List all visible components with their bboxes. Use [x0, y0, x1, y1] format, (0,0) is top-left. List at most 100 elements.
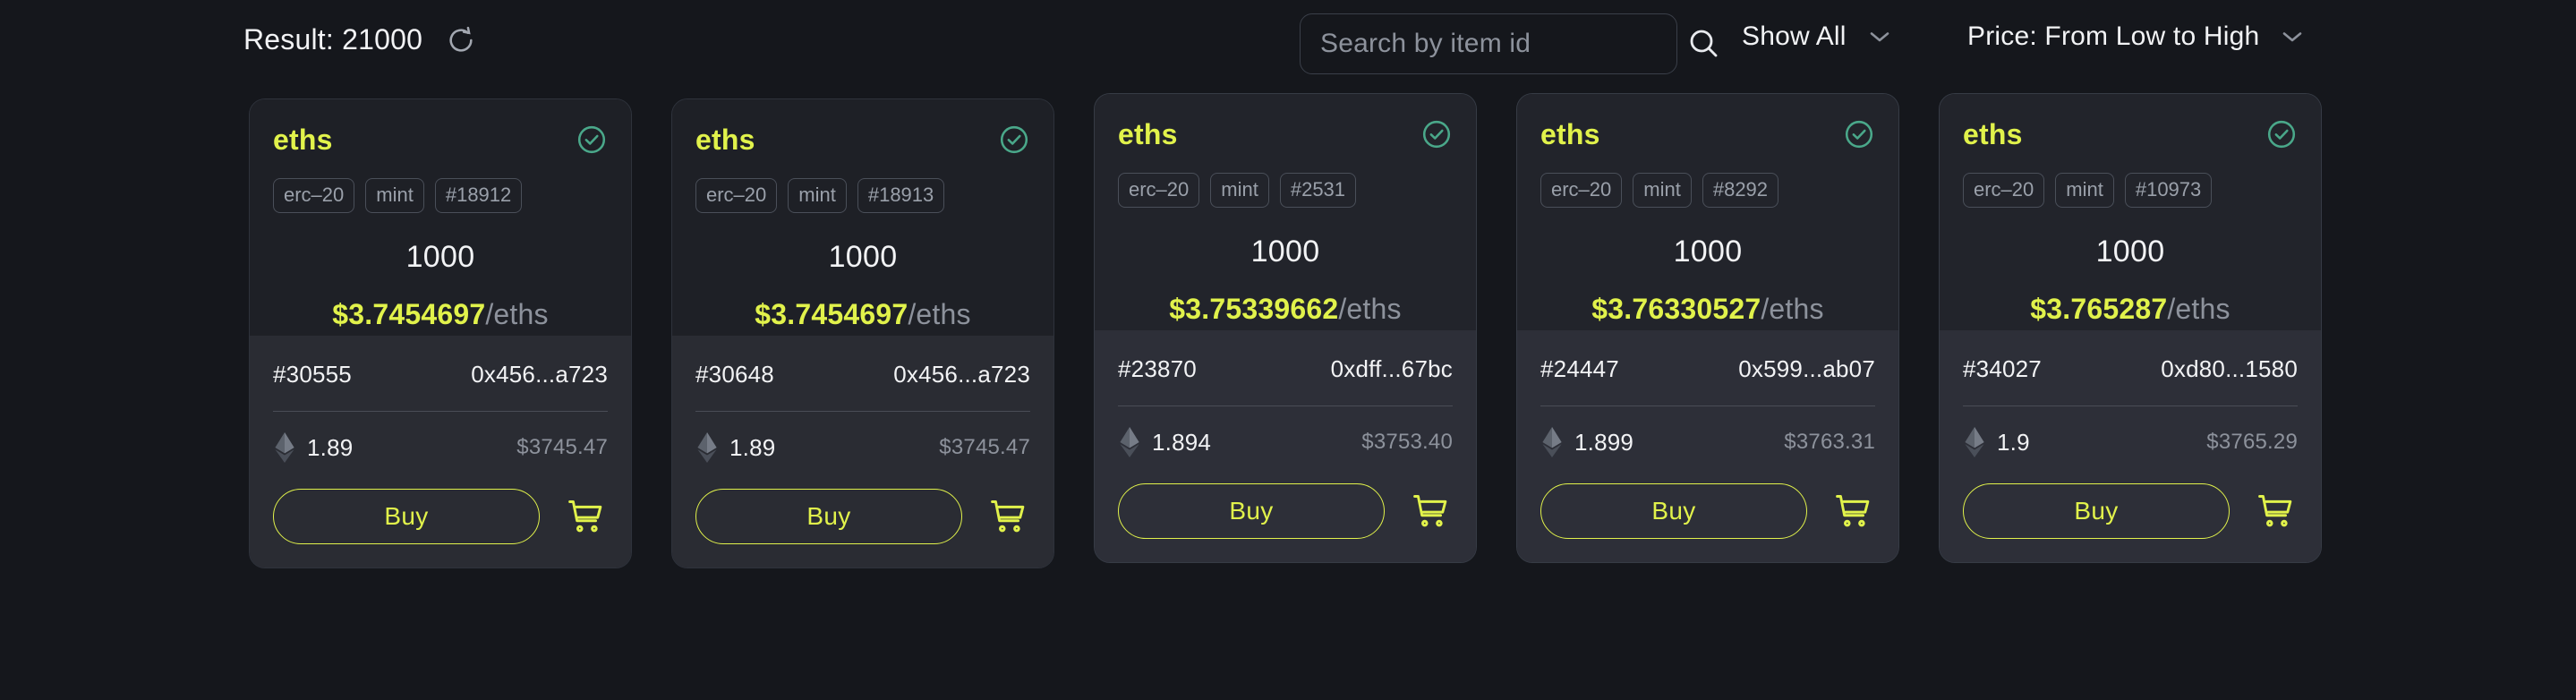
listing-card-4[interactable]: eths erc–20 mint #8292 1000 $3.76330527/et…: [1516, 93, 1899, 563]
tag-list: erc–20 mint #10973: [1963, 173, 2298, 208]
listing-card-3[interactable]: eths erc–20 mint #2531 1000 $3.75339662/et…: [1094, 93, 1477, 563]
usd-amount: $3765.29: [2206, 430, 2298, 454]
search-button[interactable]: [1685, 14, 1721, 73]
owner-address[interactable]: 0xd80...1580: [2161, 355, 2298, 383]
owner-address[interactable]: 0x599...ab07: [1738, 355, 1875, 383]
buy-button[interactable]: Buy: [1540, 483, 1807, 539]
divider: [695, 411, 1030, 412]
owner-address[interactable]: 0xdff...67bc: [1331, 355, 1453, 383]
eth-amount: 1.89: [307, 433, 354, 461]
tag-2: mint: [788, 178, 847, 213]
listing-card-5[interactable]: eths erc–20 mint #10973 1000 $3.765287/eth…: [1939, 93, 2322, 563]
listing-card-top: eths erc–20 mint #18913 1000 $3.7454697/et…: [672, 99, 1053, 336]
search-icon: [1685, 25, 1721, 64]
tag-2: mint: [1633, 173, 1692, 208]
verified-check-icon: [2265, 117, 2298, 150]
ethereum-icon: [1963, 426, 1986, 458]
listing-card-grid: eths erc–20 mint #18912 1000 $3.7454697/et…: [249, 93, 2322, 568]
tag-3: #2531: [1279, 173, 1357, 208]
add-to-cart-button[interactable]: [563, 494, 608, 539]
eth-amount: 1.9: [1997, 428, 2030, 456]
refresh-icon[interactable]: [446, 25, 476, 55]
tag-3: #10973: [2124, 173, 2213, 208]
owner-address[interactable]: 0x456...a723: [471, 361, 608, 388]
tag-1: erc–20: [1963, 173, 2045, 208]
divider: [1963, 405, 2298, 406]
listing-card-header: eths: [1963, 117, 2298, 158]
buy-button[interactable]: Buy: [695, 489, 962, 544]
unit-price: $3.7454697/eths: [273, 298, 608, 331]
listing-id: #30648: [695, 360, 774, 388]
listing-id: #34027: [1963, 354, 2042, 382]
result-count-label: Result: 21000: [243, 23, 423, 55]
buy-button[interactable]: Buy: [1118, 483, 1385, 539]
card-actions: Buy: [1118, 483, 1453, 539]
listing-meta-row: #30555 0x456...a723: [273, 357, 608, 391]
ticker-label: eths: [1118, 118, 1178, 150]
eth-price-group: 1.894: [1118, 426, 1211, 458]
listing-card-2[interactable]: eths erc–20 mint #18913 1000 $3.7454697/et…: [671, 98, 1054, 568]
listing-meta-row: #30648 0x456...a723: [695, 357, 1030, 391]
buy-button[interactable]: Buy: [273, 489, 540, 544]
eth-amount: 1.89: [729, 433, 776, 461]
listing-id: #24447: [1540, 354, 1619, 382]
unit-price-suffix: /eths: [1338, 293, 1402, 325]
cart-icon: [988, 497, 1028, 536]
card-actions: Buy: [1963, 483, 2298, 539]
token-amount: 1000: [1673, 235, 1743, 269]
total-price-row: 1.89 $3745.47: [273, 431, 608, 464]
listing-card-bottom: #24447 0x599...ab07 1.899 $3763.31 Buy: [1517, 330, 1898, 562]
unit-price-value: $3.75339662: [1169, 293, 1339, 325]
price-sort-dropdown-label: Price: From Low to High: [1967, 21, 2260, 51]
ticker-label: eths: [695, 124, 755, 156]
listing-card-top: eths erc–20 mint #18912 1000 $3.7454697/et…: [250, 99, 631, 336]
owner-address[interactable]: 0x456...a723: [893, 361, 1030, 388]
total-price-row: 1.899 $3763.31: [1540, 426, 1875, 458]
ethereum-icon: [695, 431, 719, 464]
tag-2: mint: [365, 178, 424, 213]
cart-icon: [2256, 491, 2295, 531]
listing-meta-row: #24447 0x599...ab07: [1540, 352, 1875, 386]
ethereum-icon: [1118, 426, 1141, 458]
eth-price-group: 1.9: [1963, 426, 2030, 458]
tag-1: erc–20: [695, 178, 778, 213]
listing-card-bottom: #30555 0x456...a723 1.89 $3745.47 Buy: [250, 336, 631, 568]
listing-card-header: eths: [1118, 117, 1453, 158]
eth-price-group: 1.89: [273, 431, 353, 464]
search-input[interactable]: [1301, 14, 1685, 73]
price-sort-dropdown[interactable]: Price: From Low to High: [1967, 21, 2304, 52]
listing-card-top: eths erc–20 mint #2531 1000 $3.75339662/et…: [1095, 94, 1476, 330]
tag-1: erc–20: [273, 178, 355, 213]
add-to-cart-button[interactable]: [2253, 489, 2298, 534]
divider: [1540, 405, 1875, 406]
verified-check-icon: [998, 123, 1030, 156]
unit-price: $3.75339662/eths: [1118, 293, 1453, 326]
result-summary: Result: 21000: [243, 23, 476, 56]
add-to-cart-button[interactable]: [1408, 489, 1453, 534]
listing-card-header: eths: [1540, 117, 1875, 158]
tag-3: #18912: [434, 178, 523, 213]
tag-3: #8292: [1702, 173, 1779, 208]
add-to-cart-button[interactable]: [985, 494, 1030, 539]
buy-button[interactable]: Buy: [1963, 483, 2230, 539]
search-bar[interactable]: [1300, 13, 1718, 74]
card-actions: Buy: [695, 489, 1030, 544]
listing-meta-row: #23870 0xdff...67bc: [1118, 352, 1453, 386]
unit-price-value: $3.76330527: [1591, 293, 1761, 325]
divider: [1118, 405, 1453, 406]
unit-price-value: $3.765287: [2030, 293, 2168, 325]
ticker-label: eths: [273, 124, 333, 156]
tag-2: mint: [2055, 173, 2114, 208]
verified-check-icon: [1420, 117, 1453, 150]
listing-card-1[interactable]: eths erc–20 mint #18912 1000 $3.7454697/et…: [249, 98, 632, 568]
tag-list: erc–20 mint #18912: [273, 178, 608, 213]
ethereum-icon: [1540, 426, 1564, 458]
show-all-dropdown[interactable]: Show All: [1742, 21, 1891, 52]
listing-card-top: eths erc–20 mint #8292 1000 $3.76330527/et…: [1517, 94, 1898, 330]
tag-3: #18913: [857, 178, 945, 213]
add-to-cart-button[interactable]: [1830, 489, 1875, 534]
unit-price-suffix: /eths: [485, 298, 549, 330]
verified-check-icon: [576, 123, 608, 156]
ticker-label: eths: [1540, 118, 1600, 150]
tag-list: erc–20 mint #2531: [1118, 173, 1453, 208]
